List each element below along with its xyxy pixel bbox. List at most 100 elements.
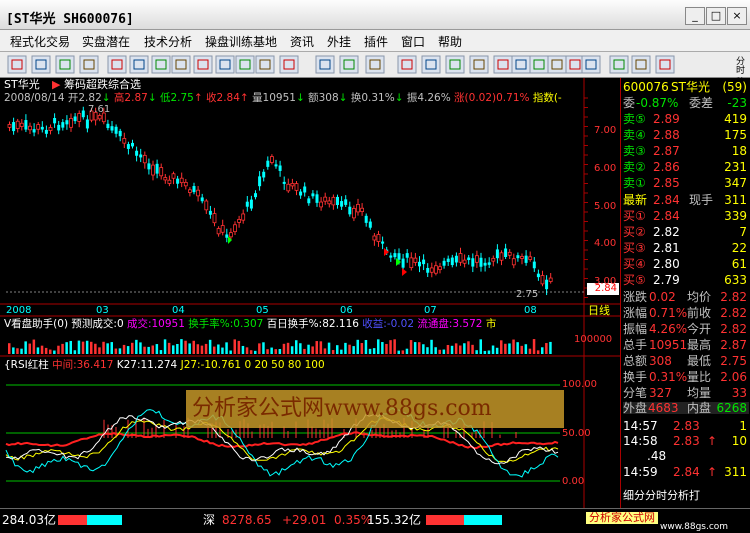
menu-item-window[interactable]: 窗口 (401, 33, 425, 50)
menu-bar: 程式化交易 实盘潜在 技术分析 操盘训练基地 资讯 外挂 插件 窗口 帮助 (0, 30, 750, 52)
candlesticks (7, 106, 553, 296)
ask-row[interactable]: 卖⑤ 2.89 419 (623, 113, 749, 125)
menu-item-training[interactable]: 操盘训练基地 (205, 33, 277, 50)
menu-item-plugin-ext[interactable]: 外挂 (327, 33, 351, 50)
month-04: 04 (172, 305, 185, 316)
ask-row[interactable]: 卖② 2.86 231 (623, 161, 749, 173)
stat-row: 总额 308 最低 2.75 (623, 354, 747, 368)
sh-amount: 284.03亿 (2, 513, 56, 527)
site-url: www.88gs.com (660, 522, 729, 532)
sh-breadth-bar (58, 515, 122, 525)
tick-row: 14:57 2.83 1 (623, 419, 747, 433)
rsi-axis-50: 50.00 (562, 428, 591, 439)
menu-item-help[interactable]: 帮助 (438, 33, 462, 50)
toolbar-button[interactable] (315, 55, 335, 74)
menu-item-trading[interactable]: 程式化交易 (10, 33, 70, 50)
panel-footer[interactable]: 细分分时分析打 (623, 490, 749, 502)
menu-item-potential[interactable]: 实盘潜在 (82, 33, 130, 50)
bid-row[interactable]: 买⑤ 2.79 633 (623, 274, 749, 286)
toolbar-button[interactable] (31, 55, 51, 74)
bid-row[interactable]: 买④ 2.80 61 (623, 258, 749, 270)
toolbar-button[interactable] (7, 55, 27, 74)
outer-inner-row: 外盘 4683 内盘 6268 (623, 401, 749, 415)
volume-header: V看盘助手(0) 预测成交:0 成交:10951 换手率%:0.307 百日换手… (4, 318, 497, 330)
toolbar-button[interactable] (215, 55, 235, 74)
toolbar-button[interactable] (445, 55, 465, 74)
menu-item-news[interactable]: 资讯 (290, 33, 314, 50)
watermark: 分析家公式网www.88gs.com (186, 390, 564, 428)
order-ratio: 委 -0.87% 委差 -23 (623, 96, 747, 110)
toolbar-button[interactable] (655, 55, 675, 74)
toolbar-button[interactable] (129, 55, 149, 74)
rsi-axis-0: 0.00 (562, 476, 585, 487)
stat-row: 总手 10951 最高 2.87 (623, 338, 747, 352)
toolbar-button[interactable] (339, 55, 359, 74)
site-badge: 分析家公式网 (586, 512, 658, 524)
volume-bars (8, 339, 552, 354)
price-axis-7: 7.00 (594, 125, 617, 136)
toolbar-button[interactable] (421, 55, 441, 74)
tick-row: .48 (647, 449, 667, 463)
rsi-axis-100: 100.00 (562, 379, 597, 390)
month-08: 08 (524, 305, 537, 316)
toolbar-button[interactable] (609, 55, 629, 74)
price-axis-4: 4.00 (594, 238, 617, 249)
quote-title: 600076 ST华光 (59) (623, 80, 747, 94)
status-bar: 284.03亿 深 8278.65 +29.01 0.35% 155.32亿 分… (0, 508, 750, 532)
toolbar-button[interactable] (55, 55, 75, 74)
toolbar-button[interactable] (397, 55, 417, 74)
bid-row[interactable]: 买① 2.84 339 (623, 210, 749, 222)
toolbar-button[interactable] (529, 55, 549, 74)
minimize-button[interactable]: _ (685, 7, 705, 25)
menu-item-plugins[interactable]: 插件 (364, 33, 388, 50)
month-07: 07 (424, 305, 437, 316)
month-06: 06 (340, 305, 353, 316)
toolbar-button[interactable] (631, 55, 651, 74)
tick-row: 14:58 2.83 ↑ 10 (623, 434, 747, 448)
period-label[interactable]: 日线 (588, 305, 610, 317)
toolbar-button[interactable] (469, 55, 489, 74)
quote-panel: 600076 ST华光 (59) 委 -0.87% 委差 -23 卖⑤ 2.89 4… (620, 78, 750, 508)
toolbar-button[interactable] (151, 55, 171, 74)
stat-row: 涨幅 0.71% 前收 2.82 (623, 306, 747, 320)
toolbar-button[interactable] (565, 55, 585, 74)
stat-row: 涨跌 0.02 均价 2.82 (623, 290, 747, 304)
toolbar-button[interactable] (279, 55, 299, 74)
maximize-button[interactable]: □ (706, 7, 726, 25)
toolbar-icons[interactable] (0, 52, 730, 78)
sz-index: 8278.65 (222, 513, 272, 527)
max-price-annot: 7.61 (88, 104, 111, 115)
bid-row[interactable]: 买② 2.82 7 (623, 226, 749, 238)
toolbar-button[interactable] (581, 55, 601, 74)
volume-axis: 100000 (574, 334, 613, 345)
indicator-name[interactable]: 筹码超跌综合选 (64, 79, 141, 91)
toolbar-button[interactable] (365, 55, 385, 74)
quote-header: 2008/08/14 开2.82↓ 高2.87↓ 低2.75↑ 收2.84↑ 量… (4, 92, 562, 104)
bid-row[interactable]: 买③ 2.81 22 (623, 242, 749, 254)
toolbar-button[interactable] (79, 55, 99, 74)
toolbar-button[interactable] (255, 55, 275, 74)
tick-row: 14:59 2.84 ↑ 311 (623, 465, 747, 479)
rsi-header: {RSI红柱 中间:36.417 K27:11.274 J27:-10.761 … (4, 359, 325, 371)
last-price-row: 最新 2.84 现手 311 (623, 193, 747, 207)
toolbar-button[interactable] (511, 55, 531, 74)
app-window: [ST华光 SH600076] _ □ × 程式化交易 实盘潜在 技术分析 操盘… (0, 0, 750, 532)
sz-label: 深 (203, 513, 216, 527)
toolbar-button[interactable] (235, 55, 255, 74)
sz-breadth-bar (426, 515, 502, 525)
sz-change: +29.01 (282, 513, 327, 527)
min-price-annot: 2.75 (516, 289, 539, 300)
ask-row[interactable]: 卖① 2.85 347 (623, 177, 749, 189)
toolbar-button[interactable] (493, 55, 513, 74)
toolbar-button[interactable] (171, 55, 191, 74)
toolbar (0, 52, 750, 78)
close-button[interactable]: × (727, 7, 747, 25)
ask-row[interactable]: 卖④ 2.88 175 (623, 129, 749, 141)
menu-item-analysis[interactable]: 技术分析 (144, 33, 192, 50)
month-05: 05 (256, 305, 269, 316)
toolbar-button[interactable] (547, 55, 567, 74)
ask-row[interactable]: 卖③ 2.87 18 (623, 145, 749, 157)
toolbar-button[interactable] (193, 55, 213, 74)
toolbar-button[interactable] (107, 55, 127, 74)
chart-area[interactable]: ST华光 ▶ 筹码超跌综合选 2008/08/14 开2.82↓ 高2.87↓ … (0, 78, 620, 508)
